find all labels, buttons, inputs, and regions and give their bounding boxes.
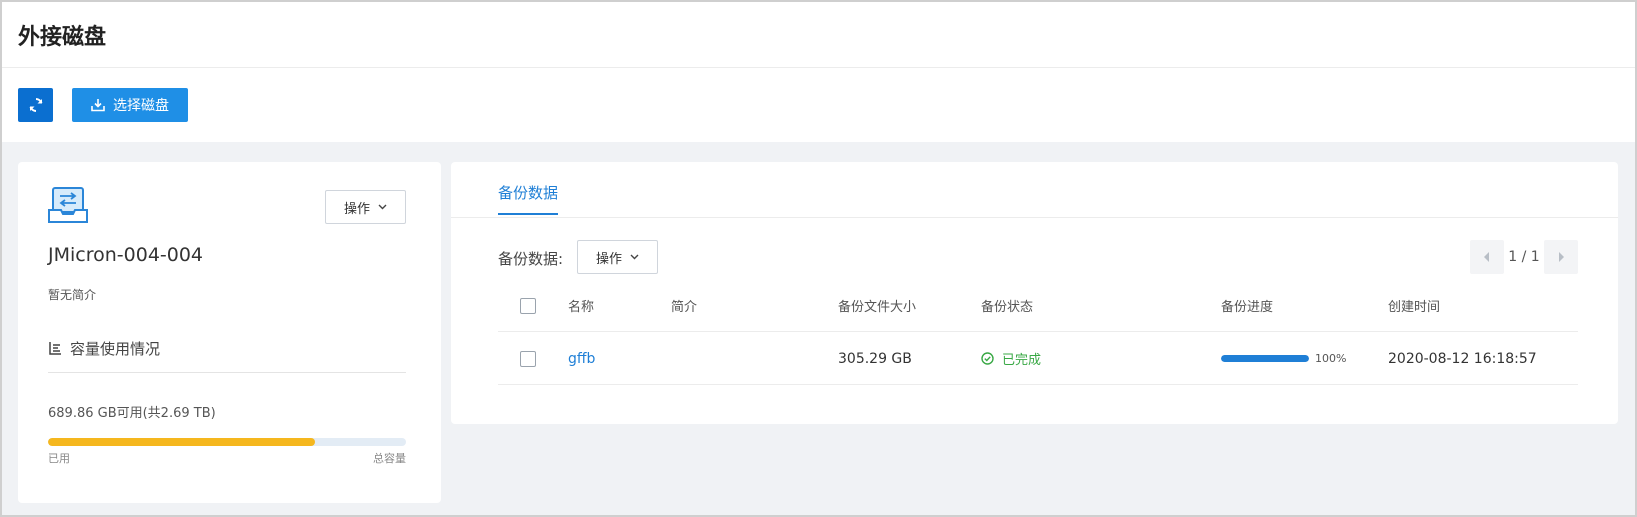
column-header-status[interactable]: 备份状态 <box>981 279 1033 332</box>
backup-created-time: 2020-08-12 16:18:57 <box>1388 350 1537 367</box>
caret-right-icon <box>1559 252 1564 262</box>
page-indicator: 1 / 1 <box>1508 249 1540 265</box>
check-circle-icon <box>981 352 994 365</box>
backup-table: 名称 简介 备份文件大小 备份状态 备份进度 创建时间 gffb 305.29 … <box>498 279 1578 385</box>
capacity-section-title: 容量使用情况 <box>48 338 160 359</box>
disk-actions-dropdown[interactable]: 操作 <box>325 190 406 224</box>
chevron-down-icon <box>378 204 387 210</box>
disk-actions-label: 操作 <box>343 201 370 217</box>
select-disk-button[interactable]: 选择磁盘 <box>72 88 188 122</box>
download-tray-icon <box>91 99 105 112</box>
tab-backup-data[interactable]: 备份数据 <box>498 182 559 215</box>
prev-page-button[interactable] <box>1470 240 1504 274</box>
list-icon <box>49 342 61 355</box>
column-header-description[interactable]: 简介 <box>671 279 697 332</box>
capacity-text: 689.86 GB可用(共2.69 TB) <box>48 406 216 421</box>
page-title: 外接磁盘 <box>18 25 107 50</box>
backup-size: 305.29 GB <box>838 350 912 367</box>
backup-progress: 100% <box>1221 352 1346 365</box>
app-frame: 外接磁盘 选择磁盘 操作 JMicron-004-004 暂无简介 容量使用情况… <box>0 0 1637 517</box>
backup-actions-label: 操作 <box>595 251 622 267</box>
capacity-used-label: 已用 <box>48 452 70 465</box>
column-header-created[interactable]: 创建时间 <box>1388 279 1440 332</box>
progress-text: 100% <box>1315 352 1347 365</box>
tab-bar: 备份数据 <box>451 162 1618 218</box>
progress-bar-fill <box>1221 355 1309 362</box>
progress-bar <box>1221 355 1309 362</box>
disk-transfer-icon <box>48 187 88 223</box>
column-header-size[interactable]: 备份文件大小 <box>838 279 916 332</box>
page-header: 外接磁盘 <box>2 2 1635 68</box>
capacity-bar-fill <box>48 438 315 446</box>
caret-left-icon <box>1484 252 1489 262</box>
capacity-total-label: 总容量 <box>373 452 406 465</box>
column-header-name[interactable]: 名称 <box>568 279 594 332</box>
status-text: 已完成 <box>1002 353 1042 368</box>
pagination: 1 / 1 <box>1470 240 1578 274</box>
status-badge: 已完成 <box>981 349 1041 368</box>
chevron-down-icon <box>630 254 639 260</box>
capacity-title-text: 容量使用情况 <box>70 340 161 358</box>
backup-actions-dropdown[interactable]: 操作 <box>577 240 658 274</box>
next-page-button[interactable] <box>1544 240 1578 274</box>
table-header-row: 名称 简介 备份文件大小 备份状态 备份进度 创建时间 <box>498 279 1578 332</box>
column-header-progress[interactable]: 备份进度 <box>1221 279 1273 332</box>
disk-name: JMicron-004-004 <box>48 244 204 266</box>
row-checkbox[interactable] <box>520 350 536 367</box>
backup-name-link[interactable]: gffb <box>568 351 595 367</box>
disk-card: 操作 JMicron-004-004 暂无简介 容量使用情况 689.86 GB… <box>18 162 441 503</box>
select-all-checkbox[interactable] <box>520 297 536 314</box>
divider <box>48 372 406 373</box>
refresh-icon <box>29 98 42 112</box>
toolbar: 选择磁盘 <box>2 68 1635 142</box>
backup-filter-label: 备份数据: <box>498 250 564 268</box>
capacity-bar <box>48 438 406 446</box>
refresh-button[interactable] <box>18 88 53 122</box>
table-row: gffb 305.29 GB 已完成 100% 2020-08-12 16:18… <box>498 332 1578 385</box>
disk-description: 暂无简介 <box>48 288 97 302</box>
select-disk-label: 选择磁盘 <box>113 98 169 114</box>
backup-card: 备份数据 备份数据: 操作 1 / 1 名称 简介 备份文件大小 备份状态 备份… <box>451 162 1618 424</box>
